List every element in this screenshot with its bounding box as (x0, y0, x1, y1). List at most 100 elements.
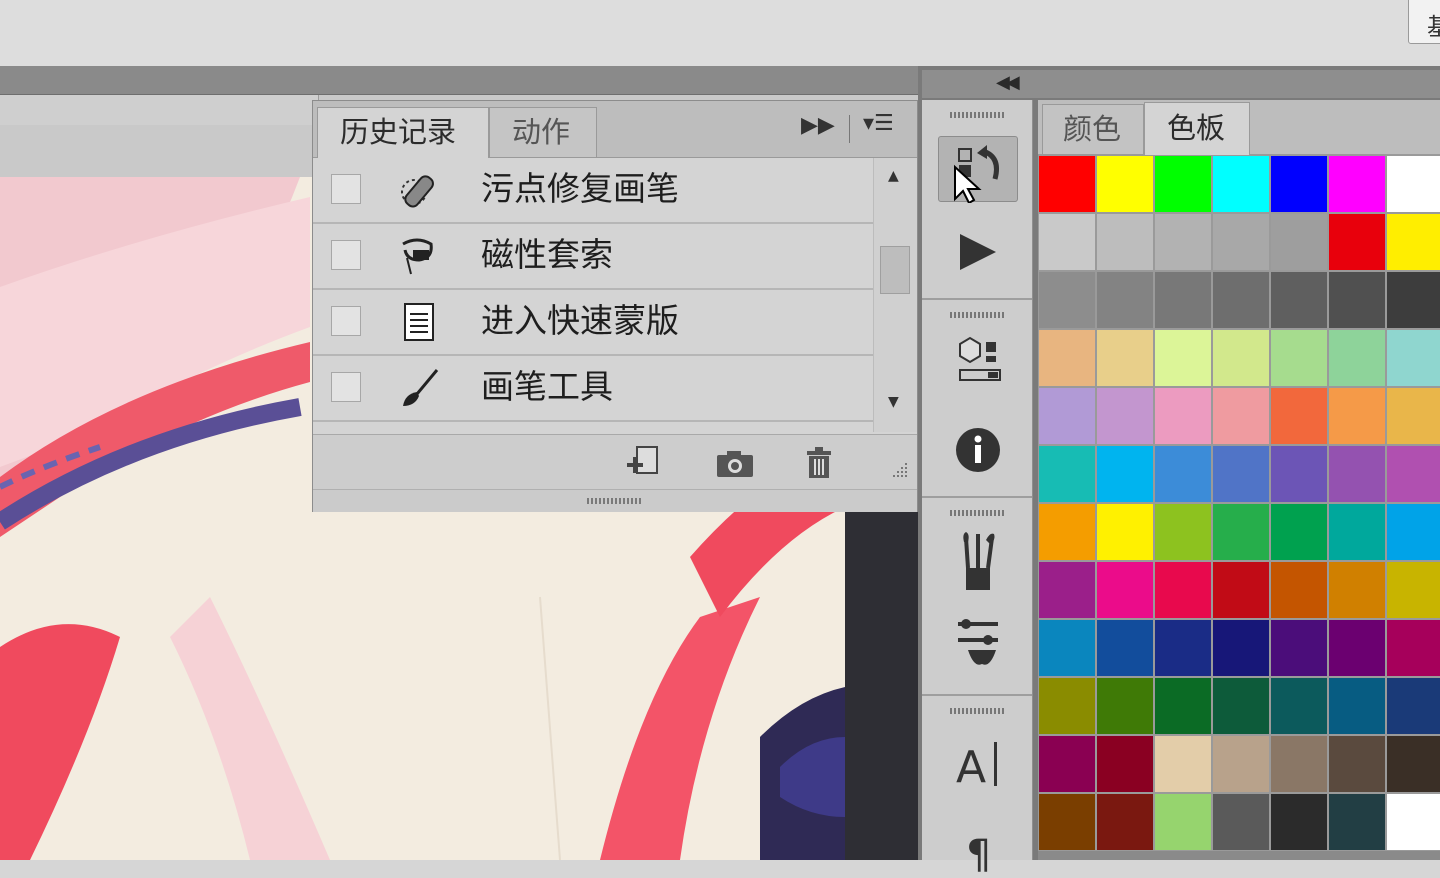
color-swatch[interactable] (1386, 677, 1440, 735)
color-swatch[interactable] (1386, 387, 1440, 445)
color-swatch[interactable] (1212, 735, 1270, 793)
color-swatch[interactable] (1038, 329, 1096, 387)
color-swatch[interactable] (1328, 561, 1386, 619)
color-swatch[interactable] (1038, 387, 1096, 445)
brush-settings-button[interactable] (938, 610, 1018, 676)
color-swatch[interactable] (1328, 735, 1386, 793)
color-swatch[interactable] (1154, 793, 1212, 851)
color-swatch[interactable] (1096, 213, 1154, 271)
list-item[interactable]: 污点修复画笔 (313, 158, 873, 224)
color-swatch[interactable] (1154, 155, 1212, 213)
color-swatch[interactable] (1270, 445, 1328, 503)
color-swatch[interactable] (1096, 561, 1154, 619)
history-brush-source-checkbox[interactable] (331, 372, 361, 402)
trash-icon[interactable] (797, 443, 841, 483)
color-swatch[interactable] (1386, 735, 1440, 793)
color-swatch[interactable] (1270, 271, 1328, 329)
color-swatch[interactable] (1270, 213, 1328, 271)
color-swatch[interactable] (1212, 155, 1270, 213)
new-document-icon[interactable] (621, 443, 665, 483)
color-swatch[interactable] (1328, 271, 1386, 329)
color-swatch[interactable] (1270, 155, 1328, 213)
scrollbar-thumb[interactable] (880, 246, 910, 294)
list-item[interactable]: 磁性套索 (313, 224, 873, 290)
document-tab[interactable] (0, 95, 319, 125)
color-swatch[interactable] (1096, 677, 1154, 735)
list-item[interactable]: 进入快速蒙版 (313, 290, 873, 356)
tab-history[interactable]: 历史记录 (317, 107, 489, 158)
color-swatch[interactable] (1212, 619, 1270, 677)
color-swatch[interactable] (1270, 387, 1328, 445)
color-swatch[interactable] (1328, 329, 1386, 387)
color-swatch[interactable] (1270, 677, 1328, 735)
color-swatch[interactable] (1270, 503, 1328, 561)
color-swatch[interactable] (1328, 677, 1386, 735)
color-swatch[interactable] (1096, 329, 1154, 387)
color-swatch[interactable] (1096, 387, 1154, 445)
color-swatch[interactable] (1154, 445, 1212, 503)
color-swatch[interactable] (1212, 677, 1270, 735)
history-brush-source-checkbox[interactable] (331, 306, 361, 336)
color-swatch[interactable] (1038, 735, 1096, 793)
color-swatch[interactable] (1096, 503, 1154, 561)
color-swatch[interactable] (1328, 793, 1386, 851)
brush-presets-button[interactable] (938, 530, 1018, 596)
color-swatch[interactable] (1212, 561, 1270, 619)
history-brush-source-checkbox[interactable] (331, 240, 361, 270)
color-swatch[interactable] (1096, 445, 1154, 503)
color-swatch[interactable] (1212, 387, 1270, 445)
color-swatch[interactable] (1270, 619, 1328, 677)
camera-icon[interactable] (713, 443, 757, 483)
color-swatch[interactable] (1154, 503, 1212, 561)
color-swatch[interactable] (1154, 677, 1212, 735)
color-swatch[interactable] (1038, 503, 1096, 561)
color-swatch[interactable] (1212, 329, 1270, 387)
color-swatch[interactable] (1038, 155, 1096, 213)
3d-panel-button[interactable] (938, 330, 1018, 396)
info-panel-button[interactable] (938, 416, 1018, 482)
tab-color[interactable]: 颜色 (1042, 104, 1144, 154)
color-swatch[interactable] (1270, 735, 1328, 793)
color-swatch[interactable] (1154, 387, 1212, 445)
color-swatch[interactable] (1154, 329, 1212, 387)
color-swatch[interactable] (1386, 561, 1440, 619)
color-swatch[interactable] (1038, 561, 1096, 619)
color-swatch[interactable] (1212, 445, 1270, 503)
double-arrow-right-icon[interactable]: ▶▶ (801, 113, 835, 138)
color-swatch[interactable] (1386, 503, 1440, 561)
color-swatch[interactable] (1328, 503, 1386, 561)
color-swatch[interactable] (1386, 155, 1440, 213)
color-swatch[interactable] (1154, 735, 1212, 793)
panel-menu-icon[interactable]: ▾☰ (863, 111, 894, 136)
paragraph-panel-button[interactable]: ¶ (938, 808, 1018, 878)
color-swatch[interactable] (1038, 677, 1096, 735)
color-swatch[interactable] (1154, 561, 1212, 619)
color-swatch[interactable] (1038, 445, 1096, 503)
color-swatch[interactable] (1038, 619, 1096, 677)
color-swatch[interactable] (1386, 793, 1440, 851)
color-swatch[interactable] (1212, 503, 1270, 561)
color-swatch[interactable] (1096, 735, 1154, 793)
color-swatch[interactable] (1328, 213, 1386, 271)
color-swatch[interactable] (1386, 619, 1440, 677)
color-swatch[interactable] (1328, 619, 1386, 677)
color-swatch[interactable] (1154, 213, 1212, 271)
color-swatch[interactable] (1154, 271, 1212, 329)
tab-swatches[interactable]: 色板 (1144, 102, 1250, 155)
color-swatch[interactable] (1096, 271, 1154, 329)
history-scrollbar[interactable]: ▲ ▼ (873, 158, 917, 432)
list-item[interactable]: 画笔工具 (313, 356, 873, 422)
color-swatch[interactable] (1154, 619, 1212, 677)
color-swatch[interactable] (1038, 793, 1096, 851)
double-arrow-left-icon[interactable]: ◀◀ (996, 72, 1020, 93)
color-swatch[interactable] (1212, 271, 1270, 329)
resize-grip-icon[interactable] (883, 457, 911, 481)
color-swatch[interactable] (1386, 213, 1440, 271)
color-swatch[interactable] (1038, 213, 1096, 271)
color-swatch[interactable] (1386, 445, 1440, 503)
tab-actions[interactable]: 动作 (489, 107, 597, 157)
color-swatch[interactable] (1270, 329, 1328, 387)
color-swatch[interactable] (1386, 271, 1440, 329)
character-panel-button[interactable]: A (938, 730, 1018, 796)
scroll-up-arrow-icon[interactable]: ▲ (888, 168, 899, 184)
